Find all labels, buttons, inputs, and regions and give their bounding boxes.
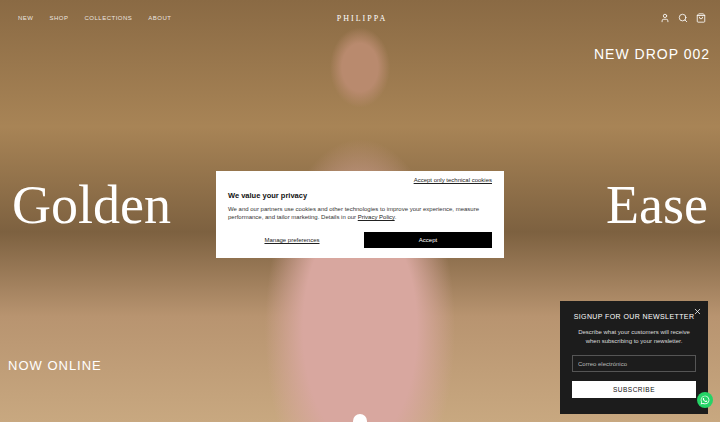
close-button[interactable] xyxy=(693,307,702,316)
hero-title-right: Ease xyxy=(606,178,708,232)
slide-pagination xyxy=(0,414,720,422)
nav-item[interactable]: COLLECTIONS xyxy=(85,15,133,21)
newsletter-description: Describe what your customers will receiv… xyxy=(572,328,696,346)
hero-title-left: Golden xyxy=(12,178,171,232)
whatsapp-icon[interactable] xyxy=(700,395,710,405)
hero-banner: NEW SHOP COLLECTIONS ABOUT PHILIPPA NEW DROP … xyxy=(0,0,720,422)
newsletter-popup: SIGNUP FOR OUR NEWSLETTER Describe what y… xyxy=(560,301,708,414)
cookie-title: We value your privacy xyxy=(228,191,492,200)
hero-eyebrow: NEW DROP 002 xyxy=(0,47,720,61)
logo[interactable]: PHILIPPA xyxy=(337,14,387,23)
close-icon[interactable] xyxy=(693,307,702,316)
newsletter-title: SIGNUP FOR OUR NEWSLETTER xyxy=(572,313,696,320)
accept-button[interactable]: Accept xyxy=(364,232,492,248)
whatsapp-button[interactable] xyxy=(697,392,713,408)
header-icons xyxy=(387,13,706,23)
cookie-dialog: Accept only technical cookies We value yo… xyxy=(216,171,504,258)
email-input[interactable] xyxy=(572,355,696,372)
cookie-body: We and our partners use cookies and othe… xyxy=(228,205,492,221)
nav-item[interactable]: NEW xyxy=(18,15,34,21)
search-icon[interactable] xyxy=(678,13,688,23)
account-icon[interactable] xyxy=(660,13,670,23)
nav-item[interactable]: SHOP xyxy=(50,15,69,21)
bag-icon[interactable] xyxy=(696,13,706,23)
technical-cookies-link[interactable]: Accept only technical cookies xyxy=(414,177,492,183)
main-nav: NEW SHOP COLLECTIONS ABOUT xyxy=(18,15,337,21)
privacy-policy-link[interactable]: Privacy Policy xyxy=(358,214,395,220)
subscribe-button[interactable]: SUBSCRIBE xyxy=(572,381,696,398)
nav-item[interactable]: ABOUT xyxy=(148,15,171,21)
slide-dot[interactable] xyxy=(353,414,367,422)
manage-preferences-link[interactable]: Manage preferences xyxy=(264,237,319,243)
site-header: NEW SHOP COLLECTIONS ABOUT PHILIPPA xyxy=(0,0,720,36)
